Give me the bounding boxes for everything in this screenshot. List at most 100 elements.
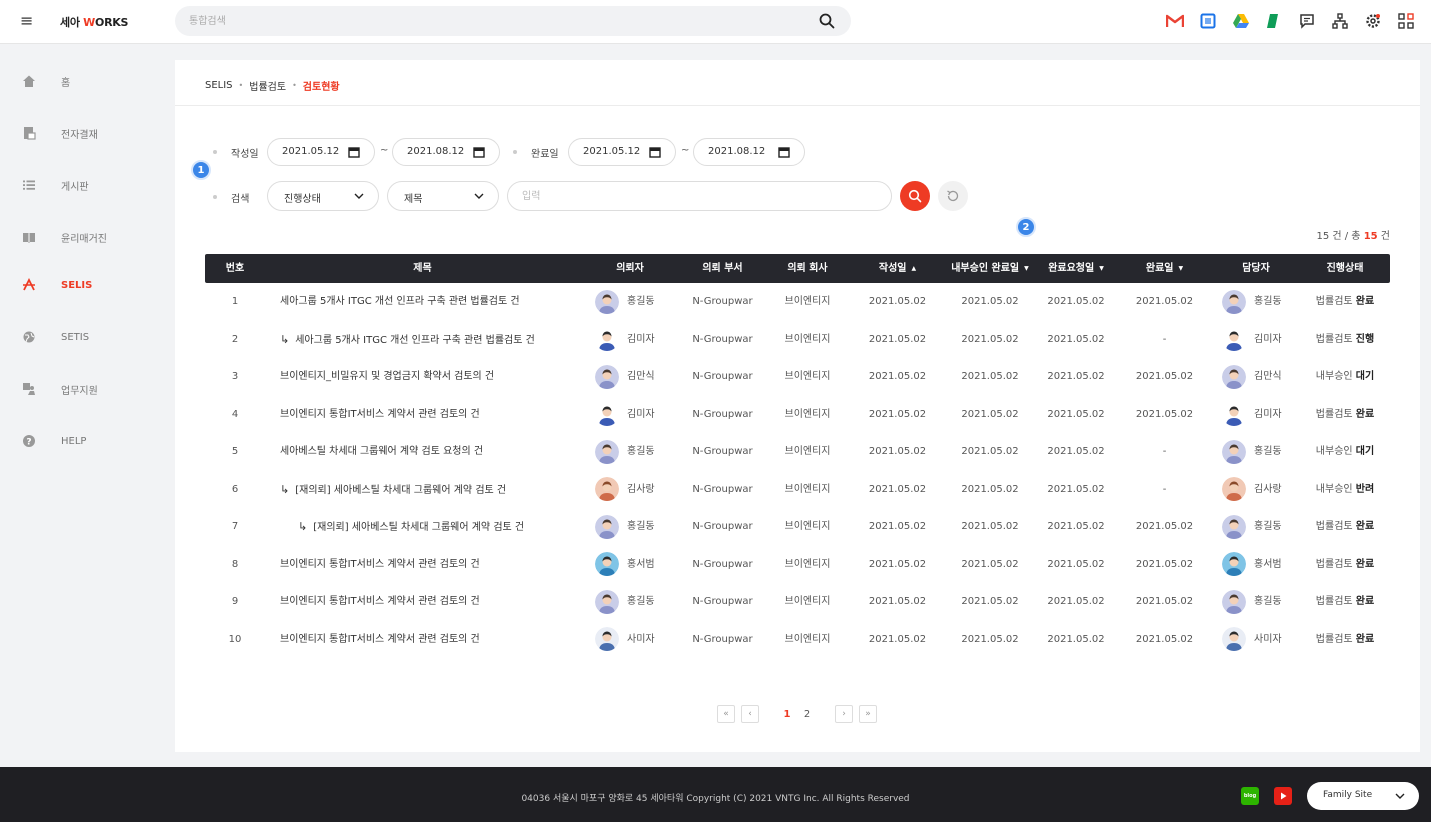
person-name: 김미자 bbox=[627, 333, 655, 345]
cell-title[interactable]: 세아그룹 5개사 ITGC 개선 인프라 구축 관련 법률검토 건 bbox=[265, 283, 580, 320]
field-select[interactable]: 제목 bbox=[387, 181, 499, 211]
cell-no: 10 bbox=[228, 633, 242, 645]
cell-approved: 2021.05.02 bbox=[961, 558, 1019, 570]
sidebar-item-1[interactable]: 전자결재 bbox=[0, 120, 160, 146]
cell-created: 2021.05.02 bbox=[868, 521, 927, 532]
gmail-icon[interactable] bbox=[1164, 10, 1186, 32]
drive-icon[interactable] bbox=[1230, 10, 1252, 32]
menu-icon[interactable]: ≡ bbox=[20, 12, 36, 30]
magazine-icon bbox=[22, 230, 36, 244]
column-header-created[interactable]: 작성일 ▲ bbox=[850, 254, 945, 283]
calendar-icon[interactable] bbox=[1197, 10, 1219, 32]
created-to-date[interactable]: 2021.08.12 bbox=[392, 138, 500, 166]
support-icon bbox=[22, 382, 36, 396]
cell-approved: 2021.05.02 bbox=[961, 521, 1019, 532]
table-row[interactable]: 2 ↳ 세아그룹 5개사 ITGC 개선 인프라 구축 관련 법률검토 건 김미자 N-… bbox=[205, 321, 1390, 358]
cell-title[interactable]: 브이엔티지_비밀유지 및 경업금지 확약서 검토의 건 bbox=[265, 358, 580, 395]
global-search-input[interactable] bbox=[189, 13, 789, 29]
next-page-button[interactable]: › bbox=[835, 705, 853, 723]
blog-icon[interactable]: blog bbox=[1241, 787, 1259, 805]
sidebar-item-5[interactable]: SETIS bbox=[0, 324, 160, 350]
page-1[interactable]: 1 bbox=[777, 705, 797, 723]
column-header-requested[interactable]: 완료요청일 ▼ bbox=[1035, 254, 1117, 283]
column-header-label: 번호 bbox=[225, 263, 245, 274]
cell-requested: 2021.05.02 bbox=[1047, 371, 1105, 382]
cell-dept: N-Groupwar bbox=[692, 296, 753, 307]
apps-grid-icon[interactable] bbox=[1395, 10, 1417, 32]
completed-from-date[interactable]: 2021.05.12 bbox=[568, 138, 676, 166]
completed-to-date[interactable]: 2021.08.12 bbox=[693, 138, 805, 166]
column-header-approved[interactable]: 내부승인 완료일 ▼ bbox=[945, 254, 1035, 283]
cell-requested: 2021.05.02 bbox=[1047, 333, 1105, 345]
cell-requested: 2021.05.02 bbox=[1047, 521, 1105, 532]
row-title-text: 브이엔티지 통합IT서비스 계약서 관련 검토의 건 bbox=[280, 596, 480, 607]
logo[interactable]: 세아 WORKS bbox=[60, 14, 128, 30]
cell-title[interactable]: 브이엔티지 통합IT서비스 계약서 관련 검토의 건 bbox=[265, 621, 580, 658]
sidebar-item-2[interactable]: 게시판 bbox=[0, 172, 160, 198]
cell-title[interactable]: ↳ 세아그룹 5개사 ITGC 개선 인프라 구축 관련 법률검토 건 bbox=[265, 321, 580, 358]
cell-no: 4 bbox=[231, 408, 239, 420]
sidebar-item-label: HELP bbox=[61, 435, 87, 447]
avatar bbox=[1222, 364, 1246, 389]
first-page-button[interactable]: « bbox=[717, 705, 735, 723]
cell-no: 3 bbox=[231, 371, 239, 382]
sidebar-item-0[interactable]: 홈 bbox=[0, 68, 160, 94]
reset-button[interactable] bbox=[938, 181, 968, 211]
cell-title[interactable]: 세아베스틸 차세대 그룹웨어 계약 검토 요청의 건 bbox=[265, 433, 580, 470]
status-select[interactable]: 진행상태 bbox=[267, 181, 379, 211]
column-header-completed[interactable]: 완료일 ▼ bbox=[1117, 254, 1212, 283]
cell-approved: 2021.05.02 bbox=[961, 408, 1019, 420]
sheets-icon[interactable] bbox=[1263, 10, 1285, 32]
row-title-text: 브이엔티지 통합IT서비스 계약서 관련 검토의 건 bbox=[280, 633, 480, 645]
cell-requested: 2021.05.02 bbox=[1047, 558, 1105, 570]
field-select-value: 제목 bbox=[404, 194, 423, 205]
cell-no: 2 bbox=[231, 333, 239, 345]
table-row[interactable]: 1 세아그룹 5개사 ITGC 개선 인프라 구축 관련 법률검토 건 홍길동 N-G… bbox=[205, 283, 1390, 320]
cell-approved: 2021.05.02 bbox=[961, 296, 1019, 307]
keyword-input[interactable] bbox=[522, 189, 872, 204]
column-header-label: 완료일 bbox=[1145, 263, 1174, 274]
avatar bbox=[595, 364, 619, 389]
table-row[interactable]: 9 브이엔티지 통합IT서비스 계약서 관련 검토의 건 홍길동 N-Groupwar… bbox=[205, 583, 1390, 620]
cell-title[interactable]: 브이엔티지 통합IT서비스 계약서 관련 검토의 건 bbox=[265, 583, 580, 620]
breadcrumb-item-legal-review[interactable]: 법률검토 bbox=[249, 78, 286, 93]
settings-icon[interactable] bbox=[1362, 10, 1384, 32]
cell-title[interactable]: 브이엔티지 통합IT서비스 계약서 관련 검토의 건 bbox=[265, 396, 580, 433]
family-site-select[interactable]: Family Site bbox=[1307, 782, 1419, 810]
avatar bbox=[595, 327, 619, 351]
sidebar-item-7[interactable]: ? HELP bbox=[0, 428, 160, 454]
cell-title[interactable]: 브이엔티지 통합IT서비스 계약서 관련 검토의 건 bbox=[265, 546, 580, 583]
globe-icon bbox=[22, 330, 36, 344]
org-chart-icon[interactable] bbox=[1329, 10, 1351, 32]
table-row[interactable]: 8 브이엔티지 통합IT서비스 계약서 관련 검토의 건 홍서범 N-Groupwar… bbox=[205, 546, 1390, 583]
search-icon[interactable] bbox=[819, 13, 835, 29]
chevron-down-icon bbox=[354, 193, 364, 199]
table-row[interactable]: 3 브이엔티지_비밀유지 및 경업금지 확약서 검토의 건 김만식 N-Groupwa… bbox=[205, 358, 1390, 395]
youtube-icon[interactable] bbox=[1274, 787, 1292, 805]
person-name: 김사랑 bbox=[1254, 483, 1282, 495]
table-row[interactable]: 7 ↳ [재의뢰] 세아베스틸 차세대 그룹웨어 계약 검토 건 홍길동 N-Group… bbox=[205, 508, 1390, 545]
person-name: 홍서범 bbox=[1254, 558, 1282, 570]
status-stage: 법률검토 bbox=[1315, 333, 1356, 345]
table-row[interactable]: 10 브이엔티지 통합IT서비스 계약서 관련 검토의 건 사미자 N-Groupwa… bbox=[205, 621, 1390, 658]
chevron-down-icon bbox=[1395, 793, 1405, 799]
page-2[interactable]: 2 bbox=[797, 705, 817, 723]
table-row[interactable]: 5 세아베스틸 차세대 그룹웨어 계약 검토 요청의 건 홍길동 N-Groupwar… bbox=[205, 433, 1390, 470]
sidebar-item-3[interactable]: 윤리매거진 bbox=[0, 224, 160, 250]
avatar bbox=[1222, 627, 1246, 651]
breadcrumb-item-selis[interactable]: SELIS bbox=[205, 80, 233, 91]
prev-page-button[interactable]: ‹ bbox=[741, 705, 759, 723]
cell-title[interactable]: ↳ [재의뢰] 세아베스틸 차세대 그룹웨어 계약 검토 건 bbox=[265, 471, 580, 508]
last-page-button[interactable]: » bbox=[859, 705, 877, 723]
sidebar-item-4[interactable]: SELIS bbox=[0, 272, 160, 298]
table-row[interactable]: 4 브이엔티지 통합IT서비스 계약서 관련 검토의 건 김미자 N-Groupwar… bbox=[205, 396, 1390, 433]
avatar bbox=[595, 552, 619, 576]
created-from-date[interactable]: 2021.05.12 bbox=[267, 138, 375, 166]
cell-title[interactable]: ↳ [재의뢰] 세아베스틸 차세대 그룹웨어 계약 검토 건 bbox=[265, 508, 580, 545]
cell-requester: 홍길동 bbox=[580, 283, 680, 320]
search-button[interactable] bbox=[900, 181, 930, 211]
table-row[interactable]: 6 ↳ [재의뢰] 세아베스틸 차세대 그룹웨어 계약 검토 건 김사랑 N-Group… bbox=[205, 471, 1390, 508]
status-badge: 완료 bbox=[1355, 296, 1375, 307]
chat-icon[interactable] bbox=[1296, 10, 1318, 32]
sidebar-item-6[interactable]: 업무지원 bbox=[0, 376, 160, 402]
